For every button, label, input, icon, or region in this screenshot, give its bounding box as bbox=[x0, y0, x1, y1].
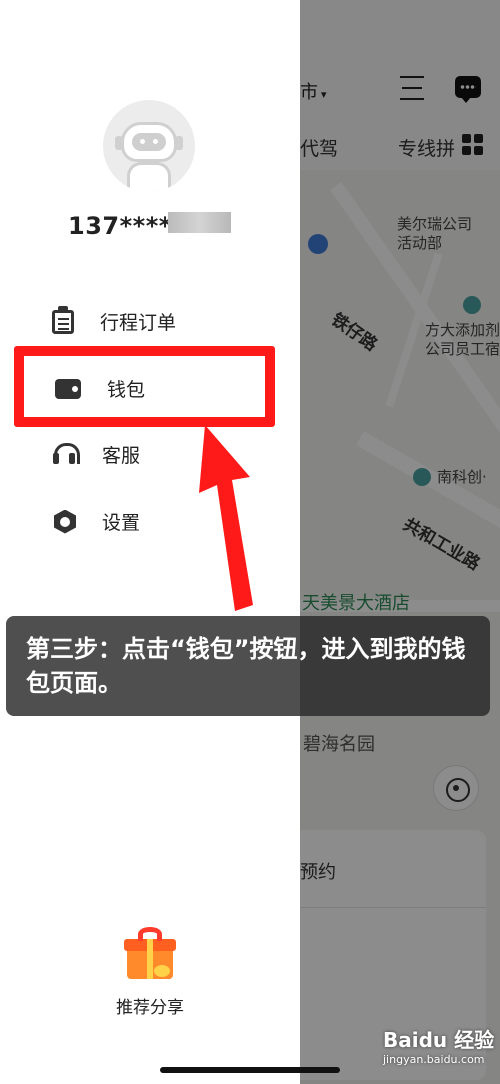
menu-item-settings[interactable]: 设置 bbox=[54, 508, 140, 535]
redacted-block bbox=[168, 212, 231, 233]
wallet-highlight-box bbox=[14, 346, 275, 427]
instruction-caption: 第三步：点击“钱包”按钮，进入到我的钱包页面。 bbox=[6, 616, 490, 716]
watermark-main: Baidu 经验 bbox=[383, 1028, 495, 1052]
share-label[interactable]: 推荐分享 bbox=[0, 993, 300, 1018]
arrow-pointer-icon bbox=[199, 425, 253, 611]
avatar-body bbox=[127, 162, 171, 192]
menu-label: 设置 bbox=[102, 512, 141, 534]
avatar[interactable] bbox=[103, 100, 195, 192]
user-phone: 137**** bbox=[68, 212, 172, 240]
settings-icon bbox=[54, 509, 76, 534]
menu-item-trips[interactable]: 行程订单 bbox=[52, 305, 177, 335]
menu-label: 行程订单 bbox=[100, 312, 177, 334]
headset-icon bbox=[52, 442, 80, 467]
baidu-watermark: Baidu 经验 jingyan.baidu.com bbox=[383, 1024, 498, 1080]
trip-list-icon bbox=[52, 305, 74, 334]
avatar-head bbox=[121, 122, 177, 162]
menu-item-service[interactable]: 客服 bbox=[52, 441, 140, 468]
watermark-sub: jingyan.baidu.com bbox=[383, 1053, 485, 1066]
gift-icon[interactable] bbox=[124, 925, 176, 983]
home-indicator[interactable] bbox=[160, 1067, 340, 1073]
drawer-scrim[interactable] bbox=[300, 0, 500, 1084]
menu-label: 客服 bbox=[102, 445, 141, 467]
